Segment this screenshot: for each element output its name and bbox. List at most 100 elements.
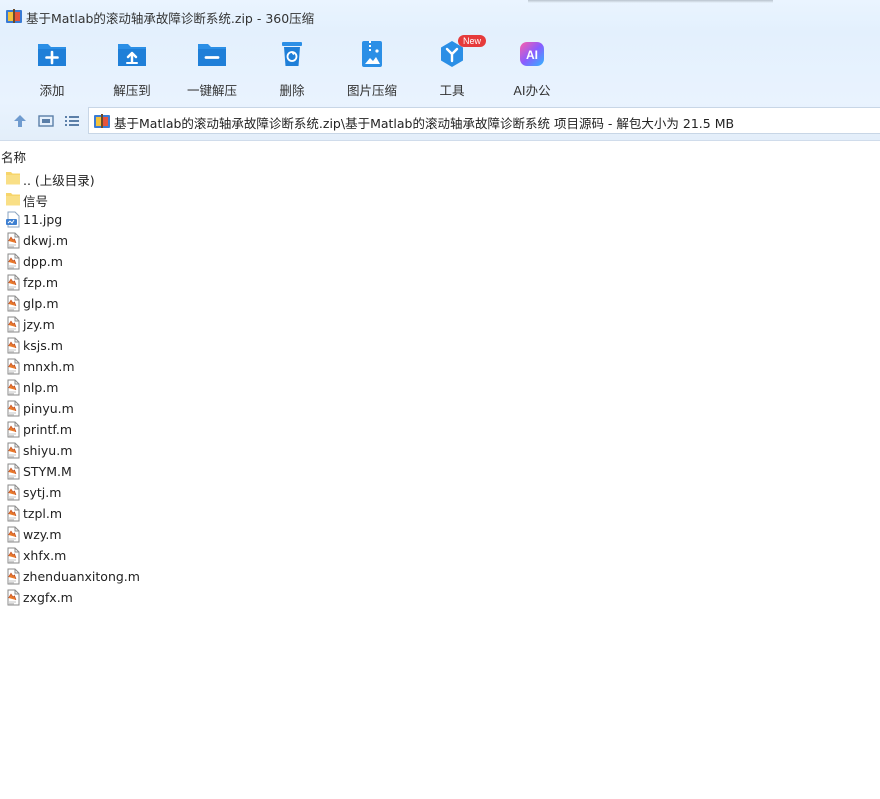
file-name: wzy.m — [23, 527, 62, 542]
navigation-bar: 基于Matlab的滚动轴承故障诊断系统.zip\基于Matlab的滚动轴承故障诊… — [0, 102, 880, 141]
address-bar[interactable]: 基于Matlab的滚动轴承故障诊断系统.zip\基于Matlab的滚动轴承故障诊… — [88, 107, 880, 134]
column-header-name[interactable]: 名称 — [0, 145, 880, 165]
tools-label: 工具 — [439, 83, 465, 98]
file-name: zxgfx.m — [23, 590, 73, 605]
delete-label: 删除 — [279, 83, 305, 98]
file-name: nlp.m — [23, 380, 59, 395]
image-compress-button[interactable]: 图片压缩 — [332, 36, 412, 98]
matlab-file-icon — [7, 274, 20, 291]
file-row[interactable]: nlp.m — [0, 377, 880, 398]
matlab-file-icon — [7, 295, 20, 312]
matlab-file-icon — [7, 337, 20, 354]
file-row[interactable]: xhfx.m — [0, 545, 880, 566]
one-click-extract-button[interactable]: 一键解压 — [172, 36, 252, 98]
delete-button[interactable]: 删除 — [252, 36, 332, 98]
file-row[interactable]: shiyu.m — [0, 440, 880, 461]
file-row[interactable]: zhenduanxitong.m — [0, 566, 880, 587]
file-row[interactable]: mnxh.m — [0, 356, 880, 377]
ai-icon-text: AI — [526, 48, 538, 62]
file-row[interactable]: wzy.m — [0, 524, 880, 545]
folder-row[interactable]: 信号 — [0, 188, 880, 209]
add-icon — [38, 44, 66, 66]
jpg-file-icon — [6, 211, 20, 228]
file-name: 11.jpg — [23, 212, 63, 227]
file-name: mnxh.m — [23, 359, 75, 374]
matlab-file-icon — [7, 421, 20, 438]
add-button[interactable]: 添加 — [12, 36, 92, 98]
matlab-file-icon — [7, 589, 20, 606]
file-row[interactable]: fzp.m — [0, 272, 880, 293]
file-name: STYM.M — [23, 464, 72, 479]
one-click-extract-label: 一键解压 — [186, 83, 237, 98]
matlab-file-icon — [7, 505, 20, 522]
delete-icon — [282, 42, 302, 66]
file-name: dkwj.m — [23, 233, 69, 248]
floating-window-shadow — [528, 0, 773, 3]
column-header-label: 名称 — [1, 150, 27, 165]
address-path: 基于Matlab的滚动轴承故障诊断系统.zip\基于Matlab的滚动轴承故障诊… — [114, 116, 735, 131]
image-compress-icon — [362, 41, 382, 67]
thumbnail-view-icon[interactable] — [38, 113, 54, 129]
list-view-icon[interactable] — [64, 113, 80, 129]
folder-icon — [6, 193, 20, 206]
file-name: fzp.m — [23, 275, 59, 290]
one-click-extract-icon — [198, 44, 226, 66]
matlab-file-icon — [7, 442, 20, 459]
file-name: jzy.m — [23, 317, 55, 332]
file-row[interactable]: sytj.m — [0, 482, 880, 503]
extract-to-label: 解压到 — [113, 83, 151, 98]
file-name: pinyu.m — [23, 401, 74, 416]
matlab-file-icon — [7, 568, 20, 585]
extract-to-button[interactable]: 解压到 — [92, 36, 172, 98]
file-row[interactable]: printf.m — [0, 419, 880, 440]
matlab-file-icon — [7, 526, 20, 543]
window-title: 基于Matlab的滚动轴承故障诊断系统.zip - 360压缩 — [26, 11, 315, 26]
matlab-file-icon — [7, 232, 20, 249]
ai-office-button[interactable]: AI AI办公 — [492, 36, 572, 98]
matlab-file-icon — [7, 316, 20, 333]
extract-to-icon — [118, 44, 146, 66]
archive-app-icon — [6, 9, 22, 23]
file-name: .. (上级目录) — [23, 173, 95, 188]
file-name: xhfx.m — [23, 548, 67, 563]
file-row[interactable]: 11.jpg — [0, 209, 880, 230]
file-row[interactable]: jzy.m — [0, 314, 880, 335]
file-name: tzpl.m — [23, 506, 63, 521]
matlab-file-icon — [7, 358, 20, 375]
file-row[interactable]: tzpl.m — [0, 503, 880, 524]
file-list: .. (上级目录) 信号 11.jpg dkwj.m dpp.m fzp.m glp.m jz… — [0, 167, 880, 608]
ai-office-icon: AI — [520, 42, 544, 66]
file-row[interactable]: ksjs.m — [0, 335, 880, 356]
title-bar: 基于Matlab的滚动轴承故障诊断系统.zip - 360压缩 — [0, 0, 880, 32]
file-row[interactable]: dkwj.m — [0, 230, 880, 251]
file-name: ksjs.m — [23, 338, 63, 353]
file-name: sytj.m — [23, 485, 62, 500]
new-badge: New — [458, 35, 487, 47]
file-name: dpp.m — [23, 254, 63, 269]
matlab-file-icon — [7, 253, 20, 270]
file-name: glp.m — [23, 296, 59, 311]
file-row[interactable]: STYM.M — [0, 461, 880, 482]
file-row[interactable]: zxgfx.m — [0, 587, 880, 608]
matlab-file-icon — [7, 463, 20, 480]
file-name: printf.m — [23, 422, 73, 437]
tools-button[interactable]: New 工具 — [412, 35, 492, 98]
matlab-file-icon — [7, 547, 20, 564]
archive-icon — [94, 114, 110, 128]
matlab-file-icon — [7, 484, 20, 501]
matlab-file-icon — [7, 379, 20, 396]
folder-row[interactable]: .. (上级目录) — [0, 167, 880, 188]
file-row[interactable]: pinyu.m — [0, 398, 880, 419]
up-arrow-icon[interactable] — [12, 113, 28, 129]
ai-office-label: AI办公 — [513, 83, 551, 98]
folder-icon — [6, 172, 20, 185]
file-row[interactable]: dpp.m — [0, 251, 880, 272]
matlab-file-icon — [7, 400, 20, 417]
file-name: zhenduanxitong.m — [23, 569, 140, 584]
file-name: 信号 — [23, 194, 49, 209]
toolbar: 添加 解压到 一键解压 删除 图片压缩 New 工具 AI AI办公 — [0, 32, 880, 102]
add-label: 添加 — [39, 83, 65, 98]
file-name: shiyu.m — [23, 443, 73, 458]
file-row[interactable]: glp.m — [0, 293, 880, 314]
image-compress-label: 图片压缩 — [346, 83, 397, 98]
